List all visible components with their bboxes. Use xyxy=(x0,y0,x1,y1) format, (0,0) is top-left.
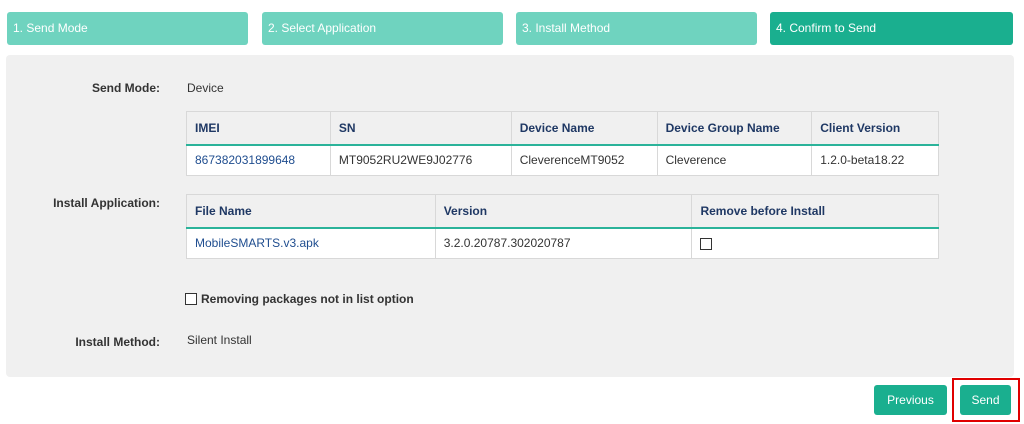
cell-device-group-name: Cleverence xyxy=(656,144,813,176)
column-header-imei: IMEI xyxy=(186,111,331,146)
table-row: MobileSMARTS.v3.apk 3.2.0.20787.30202078… xyxy=(186,227,939,259)
send-mode-label: Send Mode: xyxy=(92,81,160,95)
column-header-remove-before-install: Remove before Install xyxy=(691,194,939,229)
remove-before-install-checkbox[interactable] xyxy=(700,238,713,251)
install-application-label: Install Application: xyxy=(53,196,160,210)
cell-file-name: MobileSMARTS.v3.apk xyxy=(186,227,436,259)
cell-version: 3.2.0.20787.302020787 xyxy=(434,227,693,259)
column-header-device-group-name: Device Group Name xyxy=(656,111,813,146)
column-header-version: Version xyxy=(434,194,693,229)
table-row: 867382031899648 MT9052RU2WE9J02776 Cleve… xyxy=(186,144,939,176)
cell-sn: MT9052RU2WE9J02776 xyxy=(329,144,512,176)
send-mode-value: Device xyxy=(187,81,224,95)
removing-packages-label: Removing packages not in list option xyxy=(201,292,414,306)
cell-remove-before-install xyxy=(691,227,939,259)
cell-device-name: CleverenceMT9052 xyxy=(510,144,658,176)
device-table: IMEI SN Device Name Device Group Name Cl… xyxy=(186,111,939,176)
cell-imei: 867382031899648 xyxy=(186,144,331,176)
step-confirm-to-send[interactable]: 4. Confirm to Send xyxy=(770,12,1013,45)
device-table-header: IMEI SN Device Name Device Group Name Cl… xyxy=(186,111,939,146)
column-header-file-name: File Name xyxy=(186,194,436,229)
column-header-sn: SN xyxy=(329,111,512,146)
step-install-method[interactable]: 3. Install Method xyxy=(516,12,757,45)
install-method-label: Install Method: xyxy=(75,335,160,349)
removing-packages-checkbox[interactable] xyxy=(185,293,197,305)
column-header-device-name: Device Name xyxy=(510,111,658,146)
step-send-mode[interactable]: 1. Send Mode xyxy=(7,12,248,45)
application-table: File Name Version Remove before Install … xyxy=(186,194,939,259)
column-header-client-version: Client Version xyxy=(811,111,939,146)
confirm-panel: Send Mode: Device IMEI SN Device Name De… xyxy=(6,55,1014,377)
cell-client-version: 1.2.0-beta18.22 xyxy=(811,144,939,176)
step-select-application[interactable]: 2. Select Application xyxy=(262,12,503,45)
send-button[interactable]: Send xyxy=(960,385,1011,415)
previous-button[interactable]: Previous xyxy=(874,385,947,415)
wizard-steps: 1. Send Mode 2. Select Application 3. In… xyxy=(7,12,1013,45)
install-method-value: Silent Install xyxy=(187,333,252,347)
removing-packages-option[interactable]: Removing packages not in list option xyxy=(185,292,414,306)
application-table-header: File Name Version Remove before Install xyxy=(186,194,939,229)
